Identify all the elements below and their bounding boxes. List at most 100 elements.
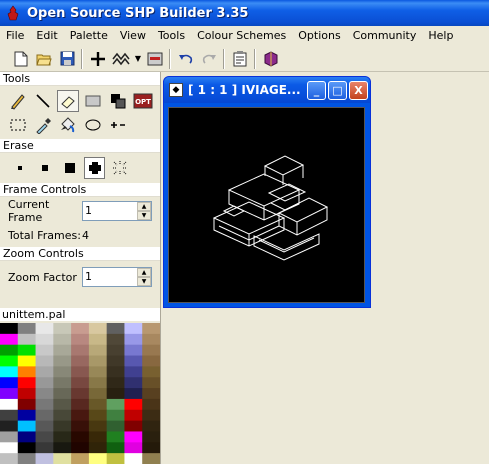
- menu-community[interactable]: Community: [347, 26, 423, 45]
- palette-swatch[interactable]: [124, 442, 143, 454]
- palette-swatch[interactable]: [106, 453, 125, 464]
- properties-icon[interactable]: [229, 48, 251, 70]
- palette-swatch[interactable]: [0, 420, 19, 432]
- palette-swatch[interactable]: [53, 355, 72, 367]
- erase-spray-icon[interactable]: [109, 157, 130, 179]
- palette-swatch[interactable]: [71, 453, 90, 464]
- palette-swatch[interactable]: [106, 355, 125, 367]
- palette-swatch[interactable]: [71, 420, 90, 432]
- palette-swatch[interactable]: [88, 333, 108, 346]
- open-folder-icon[interactable]: [33, 48, 55, 70]
- spinner-down-icon[interactable]: ▼: [137, 211, 151, 220]
- palette-swatch[interactable]: [35, 442, 54, 454]
- opt-icon[interactable]: OPT: [132, 90, 154, 112]
- palette-swatch[interactable]: [35, 409, 54, 422]
- current-frame-value[interactable]: 1: [83, 202, 137, 220]
- palette-swatch[interactable]: [53, 344, 72, 357]
- palette-swatch[interactable]: [124, 377, 143, 389]
- palette-swatch[interactable]: [17, 377, 37, 389]
- palette-swatch[interactable]: [106, 431, 125, 443]
- palette-swatch[interactable]: [71, 323, 90, 335]
- menu-colour-schemes[interactable]: Colour Schemes: [191, 26, 292, 45]
- palette-swatch[interactable]: [71, 398, 90, 411]
- zoom-factor-spinner[interactable]: 1 ▲ ▼: [82, 267, 152, 287]
- palette-swatch[interactable]: [17, 323, 37, 335]
- palette-swatch[interactable]: [71, 366, 90, 378]
- palette-swatch[interactable]: [88, 377, 108, 389]
- palette-swatch[interactable]: [142, 377, 160, 389]
- menu-help[interactable]: Help: [422, 26, 459, 45]
- menu-palette[interactable]: Palette: [64, 26, 114, 45]
- palette-swatch[interactable]: [35, 398, 54, 411]
- palette-swatch[interactable]: [88, 442, 108, 454]
- palette-swatch[interactable]: [124, 420, 143, 432]
- palette-swatch[interactable]: [0, 355, 19, 367]
- palette-swatch[interactable]: [124, 398, 143, 411]
- palette-swatch[interactable]: [142, 431, 160, 443]
- palette-swatch[interactable]: [142, 333, 160, 346]
- zoom-factor-value[interactable]: 1: [83, 268, 137, 286]
- current-frame-spinner[interactable]: 1 ▲ ▼: [82, 201, 152, 221]
- palette-swatch[interactable]: [53, 431, 72, 443]
- spinner-up-icon[interactable]: ▲: [137, 268, 151, 277]
- palette-swatch[interactable]: [53, 398, 72, 411]
- palette-swatch[interactable]: [0, 442, 19, 454]
- erase-size-4-icon[interactable]: [84, 157, 105, 179]
- palette-swatch[interactable]: [106, 442, 125, 454]
- palette-swatch[interactable]: [0, 323, 19, 335]
- palette-swatch[interactable]: [71, 355, 90, 367]
- redo-icon[interactable]: [198, 48, 220, 70]
- palette-swatch[interactable]: [0, 344, 19, 357]
- fill-bucket-icon[interactable]: [57, 114, 79, 136]
- palette-swatch[interactable]: [106, 377, 125, 389]
- move-icon[interactable]: [107, 114, 129, 136]
- maximize-button[interactable]: □: [328, 80, 347, 100]
- line-icon[interactable]: [32, 90, 54, 112]
- palette-swatch[interactable]: [124, 344, 143, 357]
- palette-swatch[interactable]: [0, 333, 19, 346]
- minimize-button[interactable]: _: [307, 80, 326, 100]
- palette-swatch[interactable]: [88, 409, 108, 422]
- erase-size-3-icon[interactable]: [59, 157, 80, 179]
- palette-swatch[interactable]: [0, 377, 19, 389]
- palette-swatch[interactable]: [124, 388, 143, 400]
- image-window-titlebar[interactable]: ◆ [ 1 : 1 ] IVIAGE... _ □ X: [164, 77, 370, 103]
- palette-swatch[interactable]: [0, 431, 19, 443]
- menu-options[interactable]: Options: [292, 26, 346, 45]
- close-button[interactable]: X: [349, 80, 368, 100]
- pencil-icon[interactable]: [7, 90, 29, 112]
- palette-swatch[interactable]: [53, 388, 72, 400]
- palette-swatch[interactable]: [35, 431, 54, 443]
- palette-swatch[interactable]: [88, 398, 108, 411]
- pattern-icon[interactable]: [110, 48, 132, 70]
- palette-swatch[interactable]: [71, 442, 90, 454]
- palette-swatch[interactable]: [35, 344, 54, 357]
- palette-swatch[interactable]: [142, 420, 160, 432]
- palette-swatch[interactable]: [124, 431, 143, 443]
- palette-swatch[interactable]: [53, 333, 72, 346]
- palette-swatch[interactable]: [17, 442, 37, 454]
- palette-swatch[interactable]: [17, 388, 37, 400]
- palette-grid[interactable]: [0, 323, 160, 464]
- menu-view[interactable]: View: [114, 26, 152, 45]
- palette-swatch[interactable]: [142, 442, 160, 454]
- palette-swatch[interactable]: [124, 355, 143, 367]
- palette-swatch[interactable]: [17, 366, 37, 378]
- palette-swatch[interactable]: [88, 431, 108, 443]
- palette-swatch[interactable]: [88, 323, 108, 335]
- palette-swatch[interactable]: [124, 323, 143, 335]
- palette-swatch[interactable]: [35, 366, 54, 378]
- palette-swatch[interactable]: [88, 388, 108, 400]
- erase-size-2-icon[interactable]: [34, 157, 55, 179]
- crosshair-icon[interactable]: [87, 48, 109, 70]
- sprite-canvas[interactable]: [168, 107, 365, 303]
- dropdown-arrow-icon[interactable]: ▼: [133, 48, 143, 70]
- palette-swatch[interactable]: [71, 333, 90, 346]
- palette-swatch[interactable]: [106, 323, 125, 335]
- palette-swatch[interactable]: [106, 420, 125, 432]
- menu-edit[interactable]: Edit: [30, 26, 63, 45]
- palette-swatch[interactable]: [106, 409, 125, 422]
- book-icon[interactable]: [260, 48, 282, 70]
- palette-swatch[interactable]: [124, 366, 143, 378]
- palette-swatch[interactable]: [17, 344, 37, 357]
